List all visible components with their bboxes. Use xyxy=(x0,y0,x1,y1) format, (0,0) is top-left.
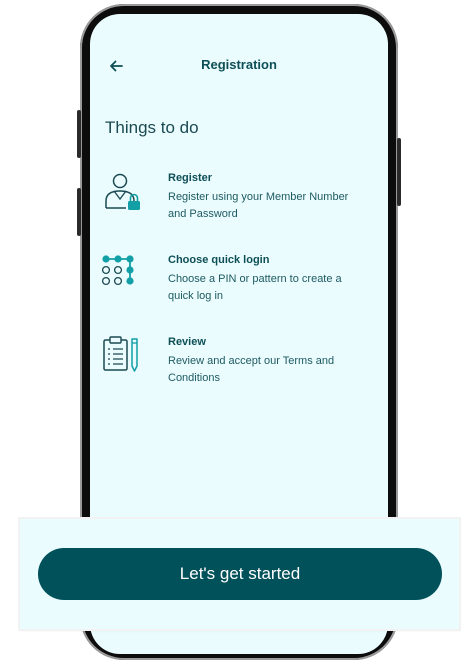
user-lock-icon xyxy=(102,172,146,218)
task-review: Review Review and accept our Terms and C… xyxy=(102,336,382,396)
power-button xyxy=(397,138,401,206)
task-description: Register using your Member Number and Pa… xyxy=(168,191,349,220)
task-quick-login: Choose quick login Choose a PIN or patte… xyxy=(101,254,382,314)
top-app-bar: Registration xyxy=(90,14,388,114)
page-title: Registration xyxy=(201,57,277,72)
task-title: Choose quick login xyxy=(168,254,270,266)
pin-pattern-icon xyxy=(101,254,146,300)
task-register: Register Register using your Member Numb… xyxy=(102,172,382,232)
task-description: Choose a PIN or pattern to create a quic… xyxy=(168,273,342,302)
clipboard-pen-icon xyxy=(102,336,146,382)
volume-up-button xyxy=(77,110,81,158)
volume-down-button xyxy=(77,188,81,236)
section-heading: Things to do xyxy=(105,118,199,137)
task-description: Review and accept our Terms and Conditio… xyxy=(168,355,335,384)
get-started-button[interactable]: Let's get started xyxy=(38,548,442,600)
task-title: Register xyxy=(168,172,213,184)
task-title: Review xyxy=(168,336,206,348)
